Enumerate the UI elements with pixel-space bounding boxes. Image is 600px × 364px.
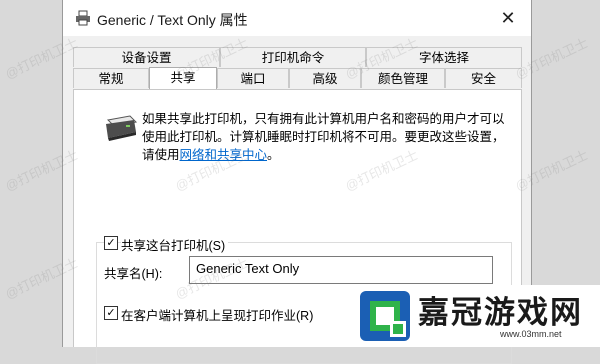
tab-sharing[interactable]: 共享 [149,67,217,89]
brand-name: 嘉冠游戏网 [418,295,583,331]
tab-security[interactable]: 安全 [445,68,522,88]
tab-color-management[interactable]: 颜色管理 [361,68,445,88]
tab-ports[interactable]: 端口 [217,68,289,88]
tab-advanced[interactable]: 高级 [289,68,361,88]
tab-general[interactable]: 常规 [73,68,149,88]
window-title: Generic / Text Only 属性 [97,12,248,28]
tab-font-selection[interactable]: 字体选择 [366,47,522,67]
render-jobs-label: 在客户端计算机上呈现打印作业(R) [121,309,314,323]
share-name-label: 共享名(H): [104,267,163,281]
close-icon: ✕ [500,8,516,28]
share-name-input[interactable]: Generic Text Only [189,256,493,284]
brand-logo-icon [360,291,410,341]
sharing-info-text: 如果共享此打印机，只有拥有此计算机用户名和密码的用户才可以使用此打印机。计算机睡… [142,112,505,162]
network-sharing-center-link[interactable]: 网络和共享中心 [180,148,268,162]
brand-url: www.03mm.net [500,329,562,339]
brand-watermark: 嘉冠游戏网 www.03mm.net [350,285,600,347]
render-jobs-checkbox[interactable]: ✓ [104,306,118,320]
share-printer-label: 共享这台打印机(S) [121,235,229,254]
printer-icon [106,115,138,141]
share-printer-checkbox[interactable]: ✓ [104,236,118,250]
printer-icon [76,10,90,26]
tab-device-settings[interactable]: 设备设置 [73,47,220,67]
tab-printer-commands[interactable]: 打印机命令 [220,47,366,67]
close-button[interactable]: ✕ [485,0,531,36]
title-bar: Generic / Text Only 属性 ✕ [63,0,531,36]
